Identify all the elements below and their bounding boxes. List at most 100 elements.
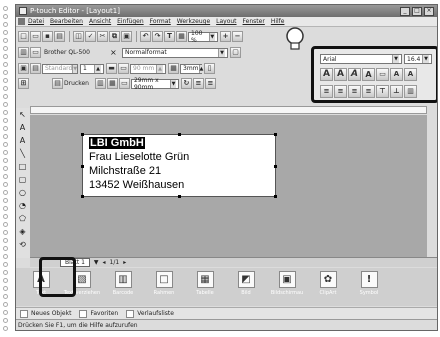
menu-ansicht[interactable]: Ansicht	[89, 18, 111, 25]
cut-mark-icon[interactable]: ▯	[204, 63, 215, 74]
resize-handle[interactable]	[274, 165, 277, 168]
undo-icon[interactable]: ↶	[140, 31, 151, 42]
italic-icon[interactable]: A	[348, 68, 361, 81]
copy-icon[interactable]: ⧉	[109, 31, 120, 42]
ruler-icon[interactable]: ▬	[106, 63, 117, 74]
label-line-name[interactable]: Frau Lieselotte Grün	[89, 151, 189, 163]
rotate-icon[interactable]: ↻	[180, 78, 192, 89]
vertical-text-tool-icon[interactable]: A	[17, 135, 28, 146]
resize-handle[interactable]	[178, 195, 181, 198]
sheet-list-icon[interactable]: ▼	[94, 259, 99, 266]
object-symbol[interactable]: ! Symbol	[350, 268, 388, 296]
copies-icon[interactable]: ▥	[94, 78, 106, 89]
paper-format-select[interactable]: Normalformat ▼	[122, 47, 228, 58]
paste-icon[interactable]: ▣	[121, 31, 132, 42]
resize-handle[interactable]	[274, 195, 277, 198]
save-icon[interactable]: ▪	[42, 31, 53, 42]
vertical-top-icon[interactable]: ⊤	[376, 85, 389, 98]
resize-handle[interactable]	[178, 133, 181, 136]
print-small-icon[interactable]: ▤	[52, 78, 63, 89]
align-left-text-icon[interactable]: ≡	[320, 85, 333, 98]
object-image[interactable]: ◩ Bild	[227, 268, 265, 296]
maximize-button[interactable]: □	[412, 6, 422, 16]
close-button[interactable]: ×	[424, 6, 434, 16]
grid-icon[interactable]: ▦	[176, 31, 187, 42]
close-properties-icon[interactable]: ×	[110, 48, 118, 57]
menu-bearbeiten[interactable]: Bearbeiten	[50, 18, 83, 25]
size-stepper[interactable]: 1 ▲	[80, 63, 104, 74]
menu-hilfe[interactable]: Hilfe	[271, 18, 285, 25]
frame-text-icon[interactable]: ▭	[376, 68, 389, 81]
font-size-select[interactable]: 16.4 ▼	[404, 54, 432, 64]
arc-icon[interactable]: ◔	[17, 200, 28, 211]
text-tool-icon[interactable]: T	[164, 31, 175, 42]
zoom-select[interactable]: 100 % ▼	[188, 30, 218, 44]
object-icon[interactable]: ⊞	[18, 78, 29, 89]
vertical-center-icon[interactable]: ⊥	[390, 85, 403, 98]
font-select[interactable]: Arial ▼	[320, 54, 402, 64]
vertical-text-icon[interactable]: ▥	[404, 85, 417, 98]
tape-icon[interactable]: ▭	[118, 78, 130, 89]
length-icon[interactable]: ▭	[118, 63, 129, 74]
object-table[interactable]: ▦ Tabelle	[186, 268, 224, 296]
next-page-icon[interactable]: ▸	[123, 259, 126, 266]
menu-einfuegen[interactable]: Einfügen	[117, 18, 143, 25]
print-label[interactable]: Drucken	[64, 80, 89, 87]
new-object-tab[interactable]: Neues Objekt	[20, 309, 71, 318]
fill-icon[interactable]: ◈	[17, 226, 28, 237]
menu-fenster[interactable]: Fenster	[243, 18, 265, 25]
align-icon[interactable]: ▦	[168, 63, 179, 74]
favorites-tab[interactable]: Favoriten	[79, 309, 118, 318]
resize-handle[interactable]	[81, 165, 84, 168]
options-icon[interactable]: ▦	[106, 78, 118, 89]
layout-icon[interactable]: ▭	[30, 47, 41, 58]
font-style-select[interactable]: Standard ▼	[42, 63, 78, 74]
length-field[interactable]: 90 mm ▲	[130, 63, 166, 74]
align-left-icon[interactable]: ≡	[192, 78, 204, 89]
redo-icon[interactable]: ↷	[152, 31, 163, 42]
label-line-company[interactable]: LBI GmbH	[89, 137, 145, 149]
font-large-icon[interactable]: A	[320, 68, 333, 81]
rotate-tool-icon[interactable]: ⟲	[17, 239, 28, 250]
zoom-in-icon[interactable]: +	[220, 31, 231, 42]
polygon-icon[interactable]: ⬠	[17, 213, 28, 224]
frame-icon[interactable]: ▣	[18, 63, 29, 74]
justify-text-icon[interactable]: ≡	[362, 85, 375, 98]
tape-size-select[interactable]: 29mm x 90mm ▼	[130, 77, 179, 91]
page-icon[interactable]: ▢	[230, 47, 241, 58]
new-icon[interactable]: □	[18, 31, 29, 42]
shrink-font-icon[interactable]: A	[404, 68, 417, 81]
bold-icon[interactable]: A	[334, 68, 347, 81]
history-tab[interactable]: Verlaufsliste	[126, 309, 174, 318]
object-clipart[interactable]: ✿ ClipArt	[309, 268, 347, 296]
text-icon[interactable]: A	[17, 122, 28, 133]
text-frame-icon[interactable]: ▤	[30, 63, 41, 74]
preview-icon[interactable]: ◫	[73, 31, 84, 42]
object-screenshot[interactable]: ▣ Bildschirmau	[268, 268, 306, 296]
rounded-rect-icon[interactable]: ▢	[17, 174, 28, 185]
menu-format[interactable]: Format	[150, 18, 171, 25]
pointer-icon[interactable]: ↖	[17, 109, 28, 120]
label-tape[interactable]: LBI GmbH Frau Lieselotte Grün Milchstraß…	[81, 133, 277, 198]
align-right-text-icon[interactable]: ≡	[348, 85, 361, 98]
rectangle-icon[interactable]: □	[17, 161, 28, 172]
prev-page-icon[interactable]: ◂	[103, 259, 106, 266]
resize-handle[interactable]	[81, 133, 84, 136]
object-frame[interactable]: □ Rahmen	[145, 268, 183, 296]
check-icon[interactable]: ✓	[85, 31, 96, 42]
printer-icon[interactable]: ▥	[18, 47, 29, 58]
label-line-city[interactable]: 13452 Weißhausen	[89, 179, 184, 191]
minimize-button[interactable]: _	[400, 6, 410, 16]
outline-icon[interactable]: A	[362, 68, 375, 81]
ellipse-icon[interactable]: ○	[17, 187, 28, 198]
resize-handle[interactable]	[81, 195, 84, 198]
open-icon[interactable]: ▭	[30, 31, 41, 42]
zoom-out-icon[interactable]: −	[232, 31, 243, 42]
menu-datei[interactable]: Datei	[28, 18, 44, 25]
margin-field[interactable]: 3mm ▲	[180, 63, 204, 74]
label-line-street[interactable]: Milchstraße 21	[89, 165, 161, 177]
object-barcode[interactable]: ▥ Barcode	[104, 268, 142, 296]
menu-layout[interactable]: Layout	[216, 18, 236, 25]
menu-werkzeuge[interactable]: Werkzeuge	[177, 18, 210, 25]
print-icon[interactable]: ▤	[54, 31, 65, 42]
